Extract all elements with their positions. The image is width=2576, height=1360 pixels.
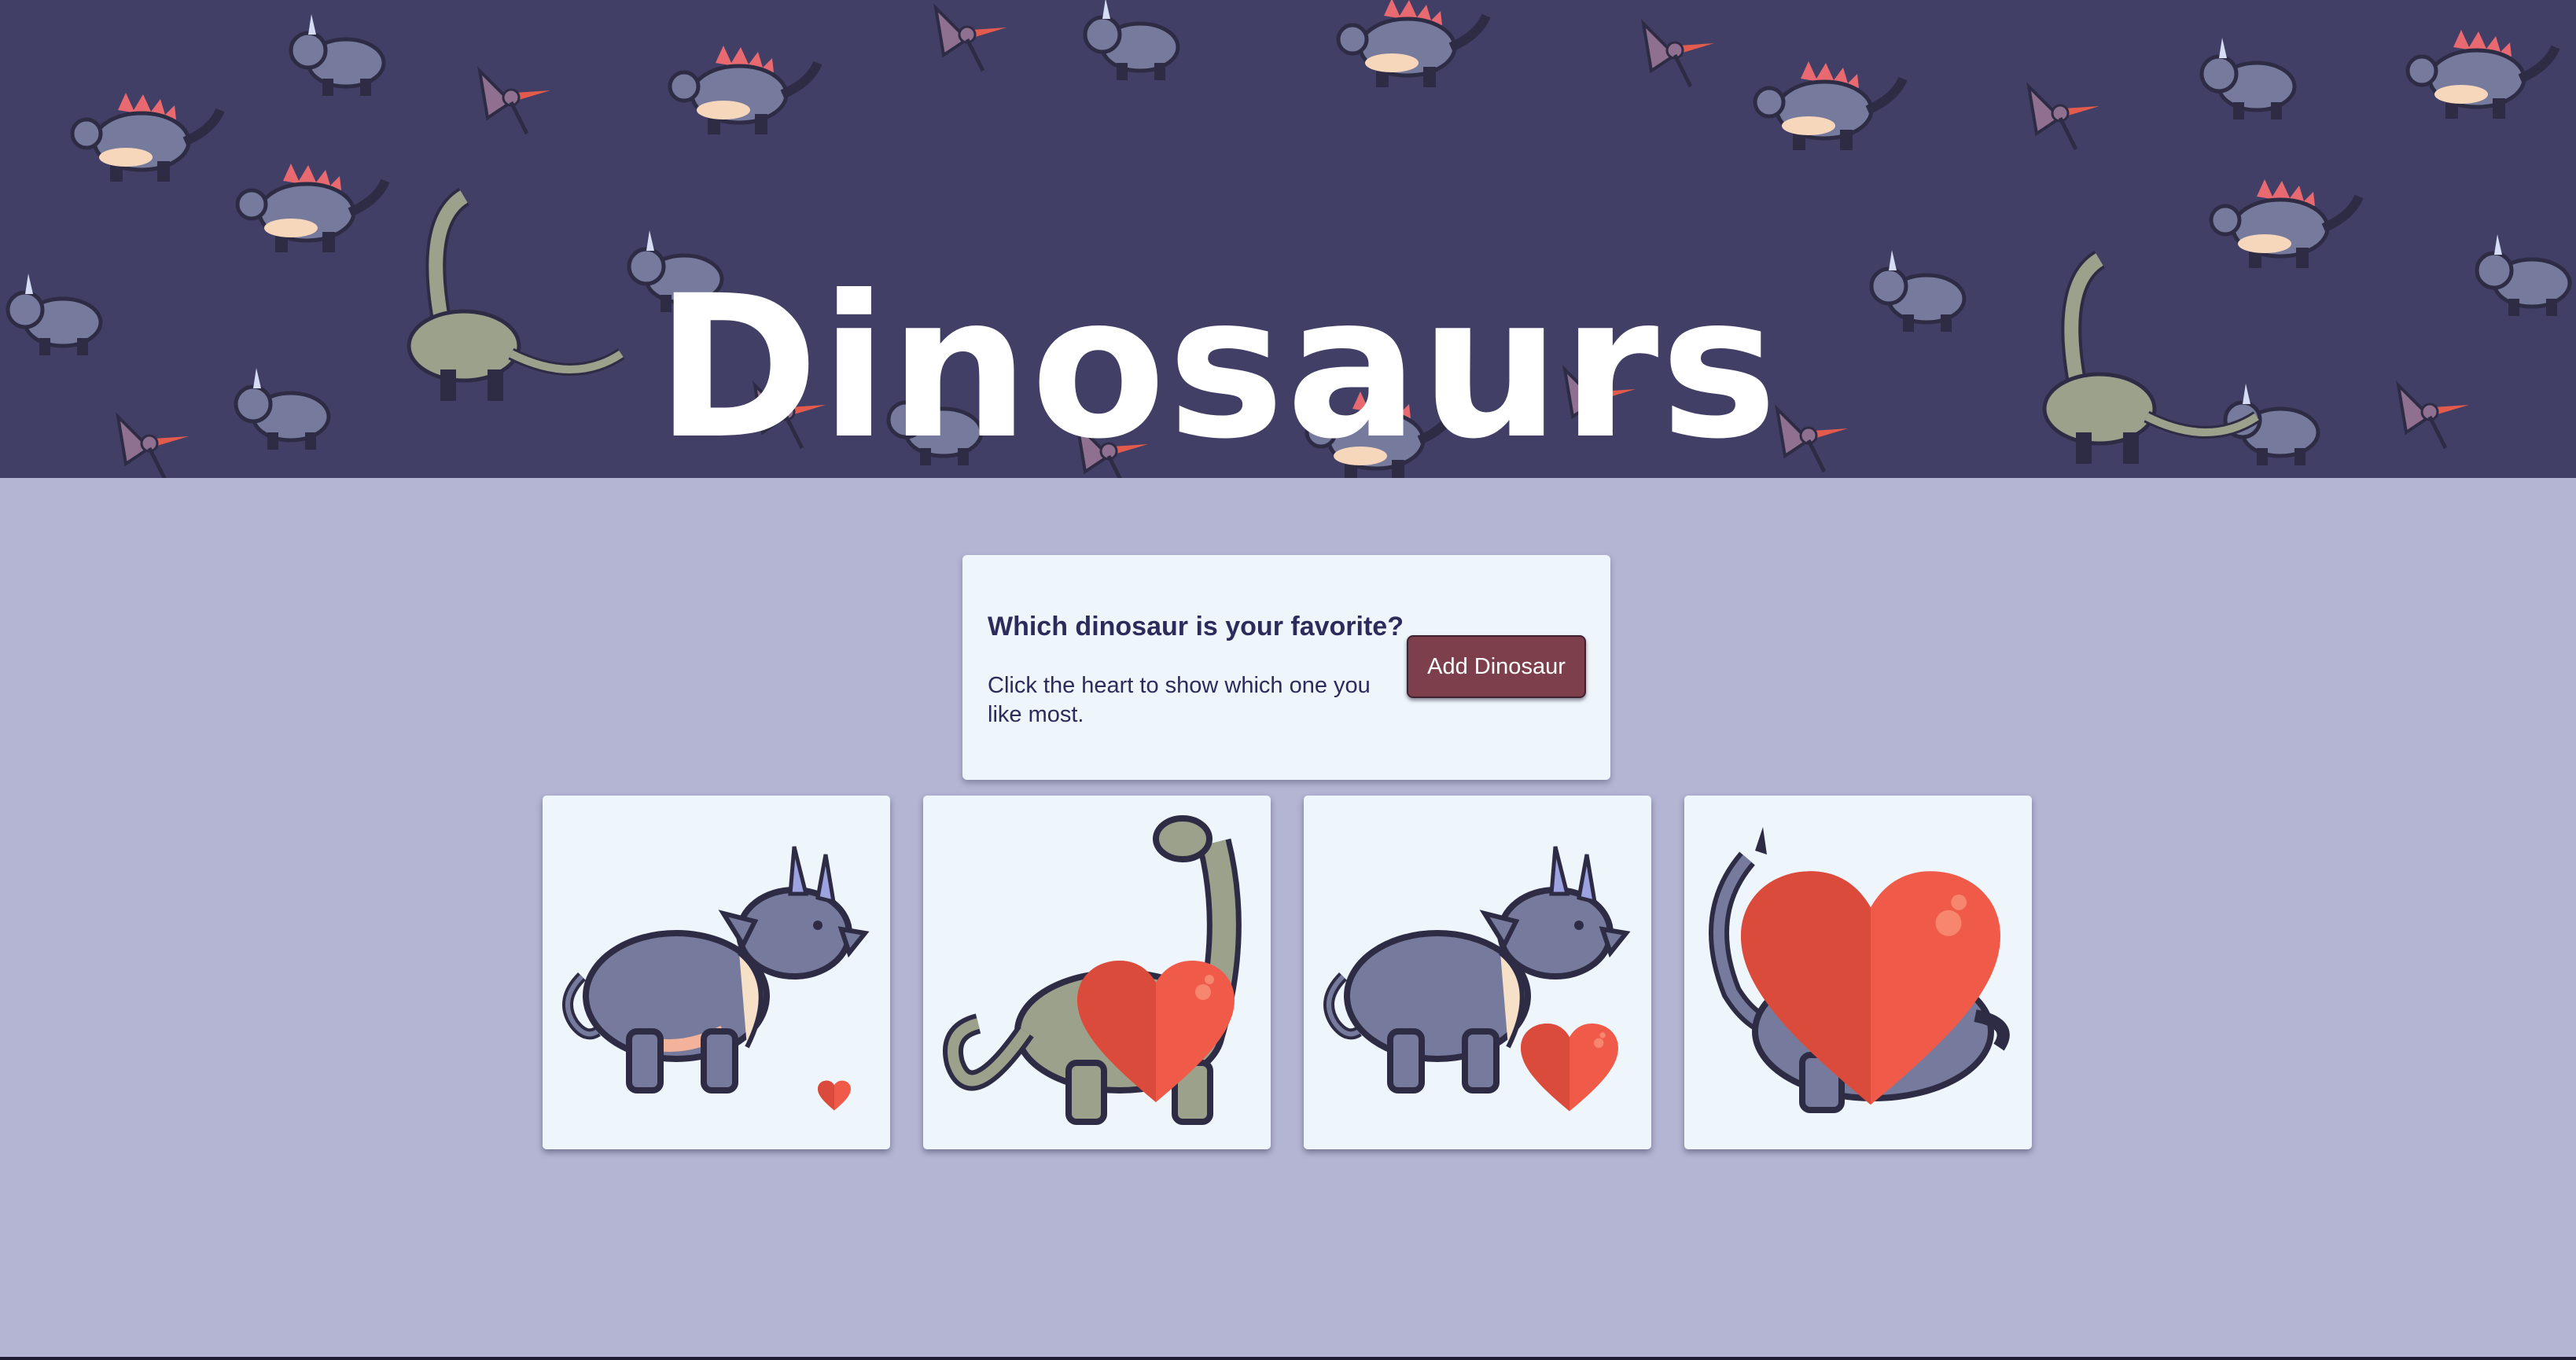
dinosaur-card-2[interactable]	[923, 796, 1271, 1149]
heart-icon[interactable]	[1741, 871, 2000, 1110]
intro-heading: Which dinosaur is your favorite?	[988, 612, 1404, 641]
heart-icon[interactable]	[1521, 1024, 1618, 1113]
hero-banner: Dinosaurs	[0, 0, 2576, 478]
dinosaur-card-1[interactable]	[543, 796, 890, 1149]
footer-divider	[0, 1357, 2576, 1360]
add-dinosaur-button[interactable]: Add Dinosaur	[1407, 635, 1586, 698]
heart-icon[interactable]	[1077, 961, 1235, 1105]
heart-icon[interactable]	[818, 1080, 851, 1112]
dinosaur-card-3[interactable]	[1304, 796, 1651, 1149]
intro-card: Which dinosaur is your favorite? Click t…	[962, 555, 1610, 780]
dinosaur-card-4[interactable]	[1684, 796, 2032, 1149]
page-title: Dinosaurs	[655, 252, 1779, 479]
intro-description: Click the heart to show which one you li…	[988, 673, 1371, 727]
